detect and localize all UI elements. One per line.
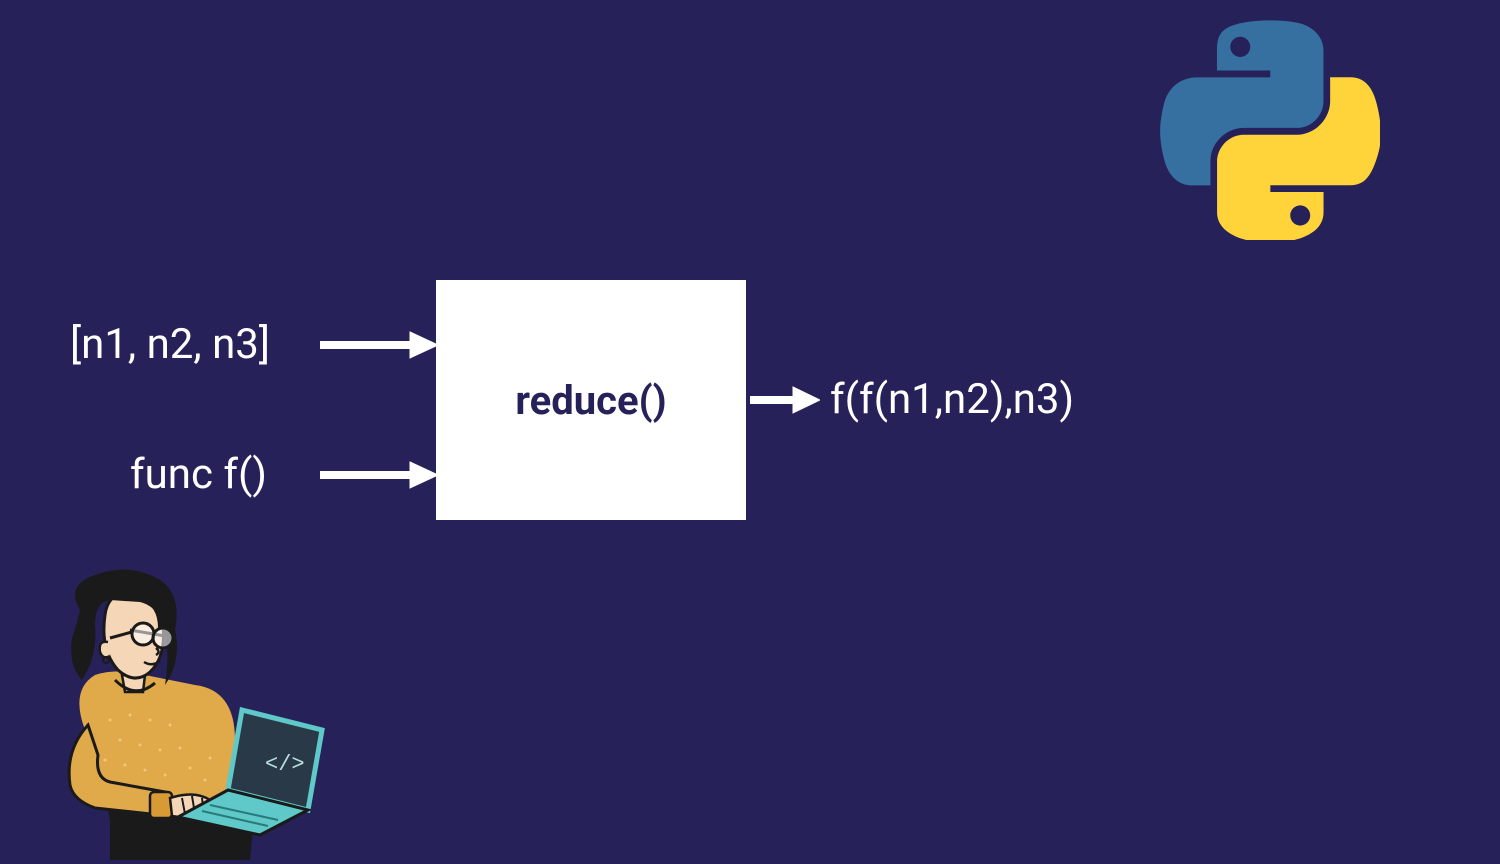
svg-text:</>: </>: [265, 752, 305, 777]
arrow-list-to-box: [320, 330, 440, 360]
arrow-func-to-box: [320, 460, 440, 490]
python-logo-icon: [1160, 20, 1380, 244]
coder-illustration: </>: [10, 520, 330, 864]
output-label: f(f(n1,n2),n3): [830, 375, 1074, 424]
arrow-box-to-output: [750, 385, 820, 415]
input-func-label: func f(): [130, 450, 267, 499]
reduce-label: reduce(): [515, 377, 666, 424]
input-list-label: [n1, n2, n3]: [70, 320, 270, 369]
reduce-box: reduce(): [436, 280, 746, 520]
